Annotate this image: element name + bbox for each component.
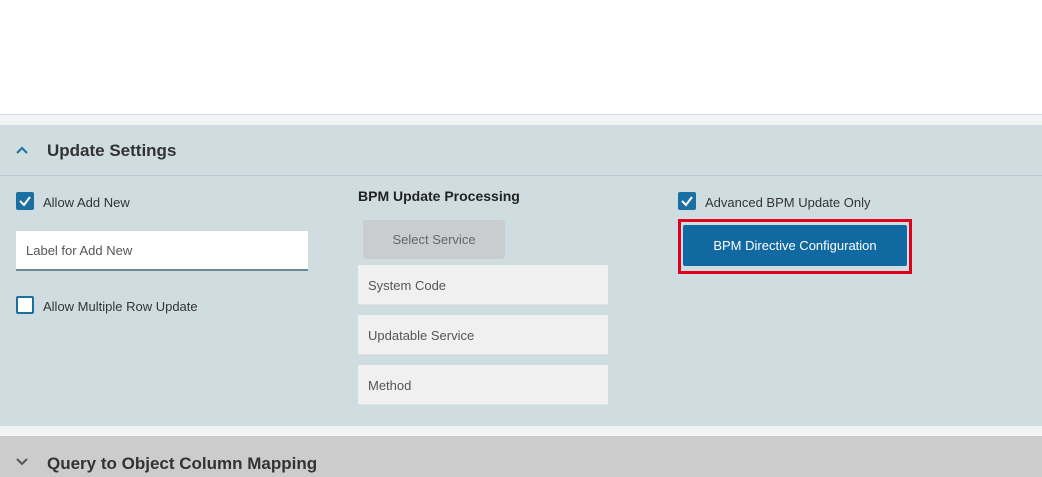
allow-add-new-label: Allow Add New <box>43 195 130 210</box>
update-settings-header[interactable]: Update Settings <box>0 125 1042 175</box>
label-for-add-new-input[interactable] <box>16 231 308 271</box>
advanced-bpm-update-only-checkbox[interactable] <box>678 192 696 210</box>
query-mapping-panel[interactable]: Query to Object Column Mapping <box>0 436 1042 477</box>
checkmark-icon <box>19 196 31 207</box>
advanced-bpm-update-only-label: Advanced BPM Update Only <box>705 195 871 210</box>
chevron-up-icon[interactable] <box>14 144 30 156</box>
update-settings-panel: Update Settings Allow Add New Allow Mult… <box>0 125 1042 426</box>
bpm-directive-configuration-button[interactable]: BPM Directive Configuration <box>683 225 907 266</box>
method-field[interactable]: Method <box>358 365 608 405</box>
method-label: Method <box>368 378 412 393</box>
bpm-directive-configuration-label: BPM Directive Configuration <box>713 238 877 253</box>
system-code-field[interactable]: System Code <box>358 265 608 305</box>
updatable-service-label: Updatable Service <box>368 328 475 343</box>
top-blank-area <box>0 0 1042 114</box>
allow-multiple-row-update-checkbox[interactable] <box>16 296 34 314</box>
panel-gap <box>0 115 1042 125</box>
select-service-label: Select Service <box>392 232 476 247</box>
allow-multiple-row-update-label: Allow Multiple Row Update <box>43 299 198 314</box>
panel-gap <box>0 426 1042 436</box>
update-settings-title: Update Settings <box>47 141 177 160</box>
chevron-down-icon[interactable] <box>14 456 30 468</box>
allow-add-new-checkbox[interactable] <box>16 192 34 210</box>
header-divider <box>0 175 1042 176</box>
select-service-button[interactable]: Select Service <box>363 220 505 259</box>
system-code-label: System Code <box>368 278 447 293</box>
bpm-update-processing-heading: BPM Update Processing <box>358 188 520 204</box>
updatable-service-field[interactable]: Updatable Service <box>358 315 608 355</box>
query-mapping-title: Query to Object Column Mapping <box>47 454 318 473</box>
checkmark-icon <box>681 196 693 207</box>
